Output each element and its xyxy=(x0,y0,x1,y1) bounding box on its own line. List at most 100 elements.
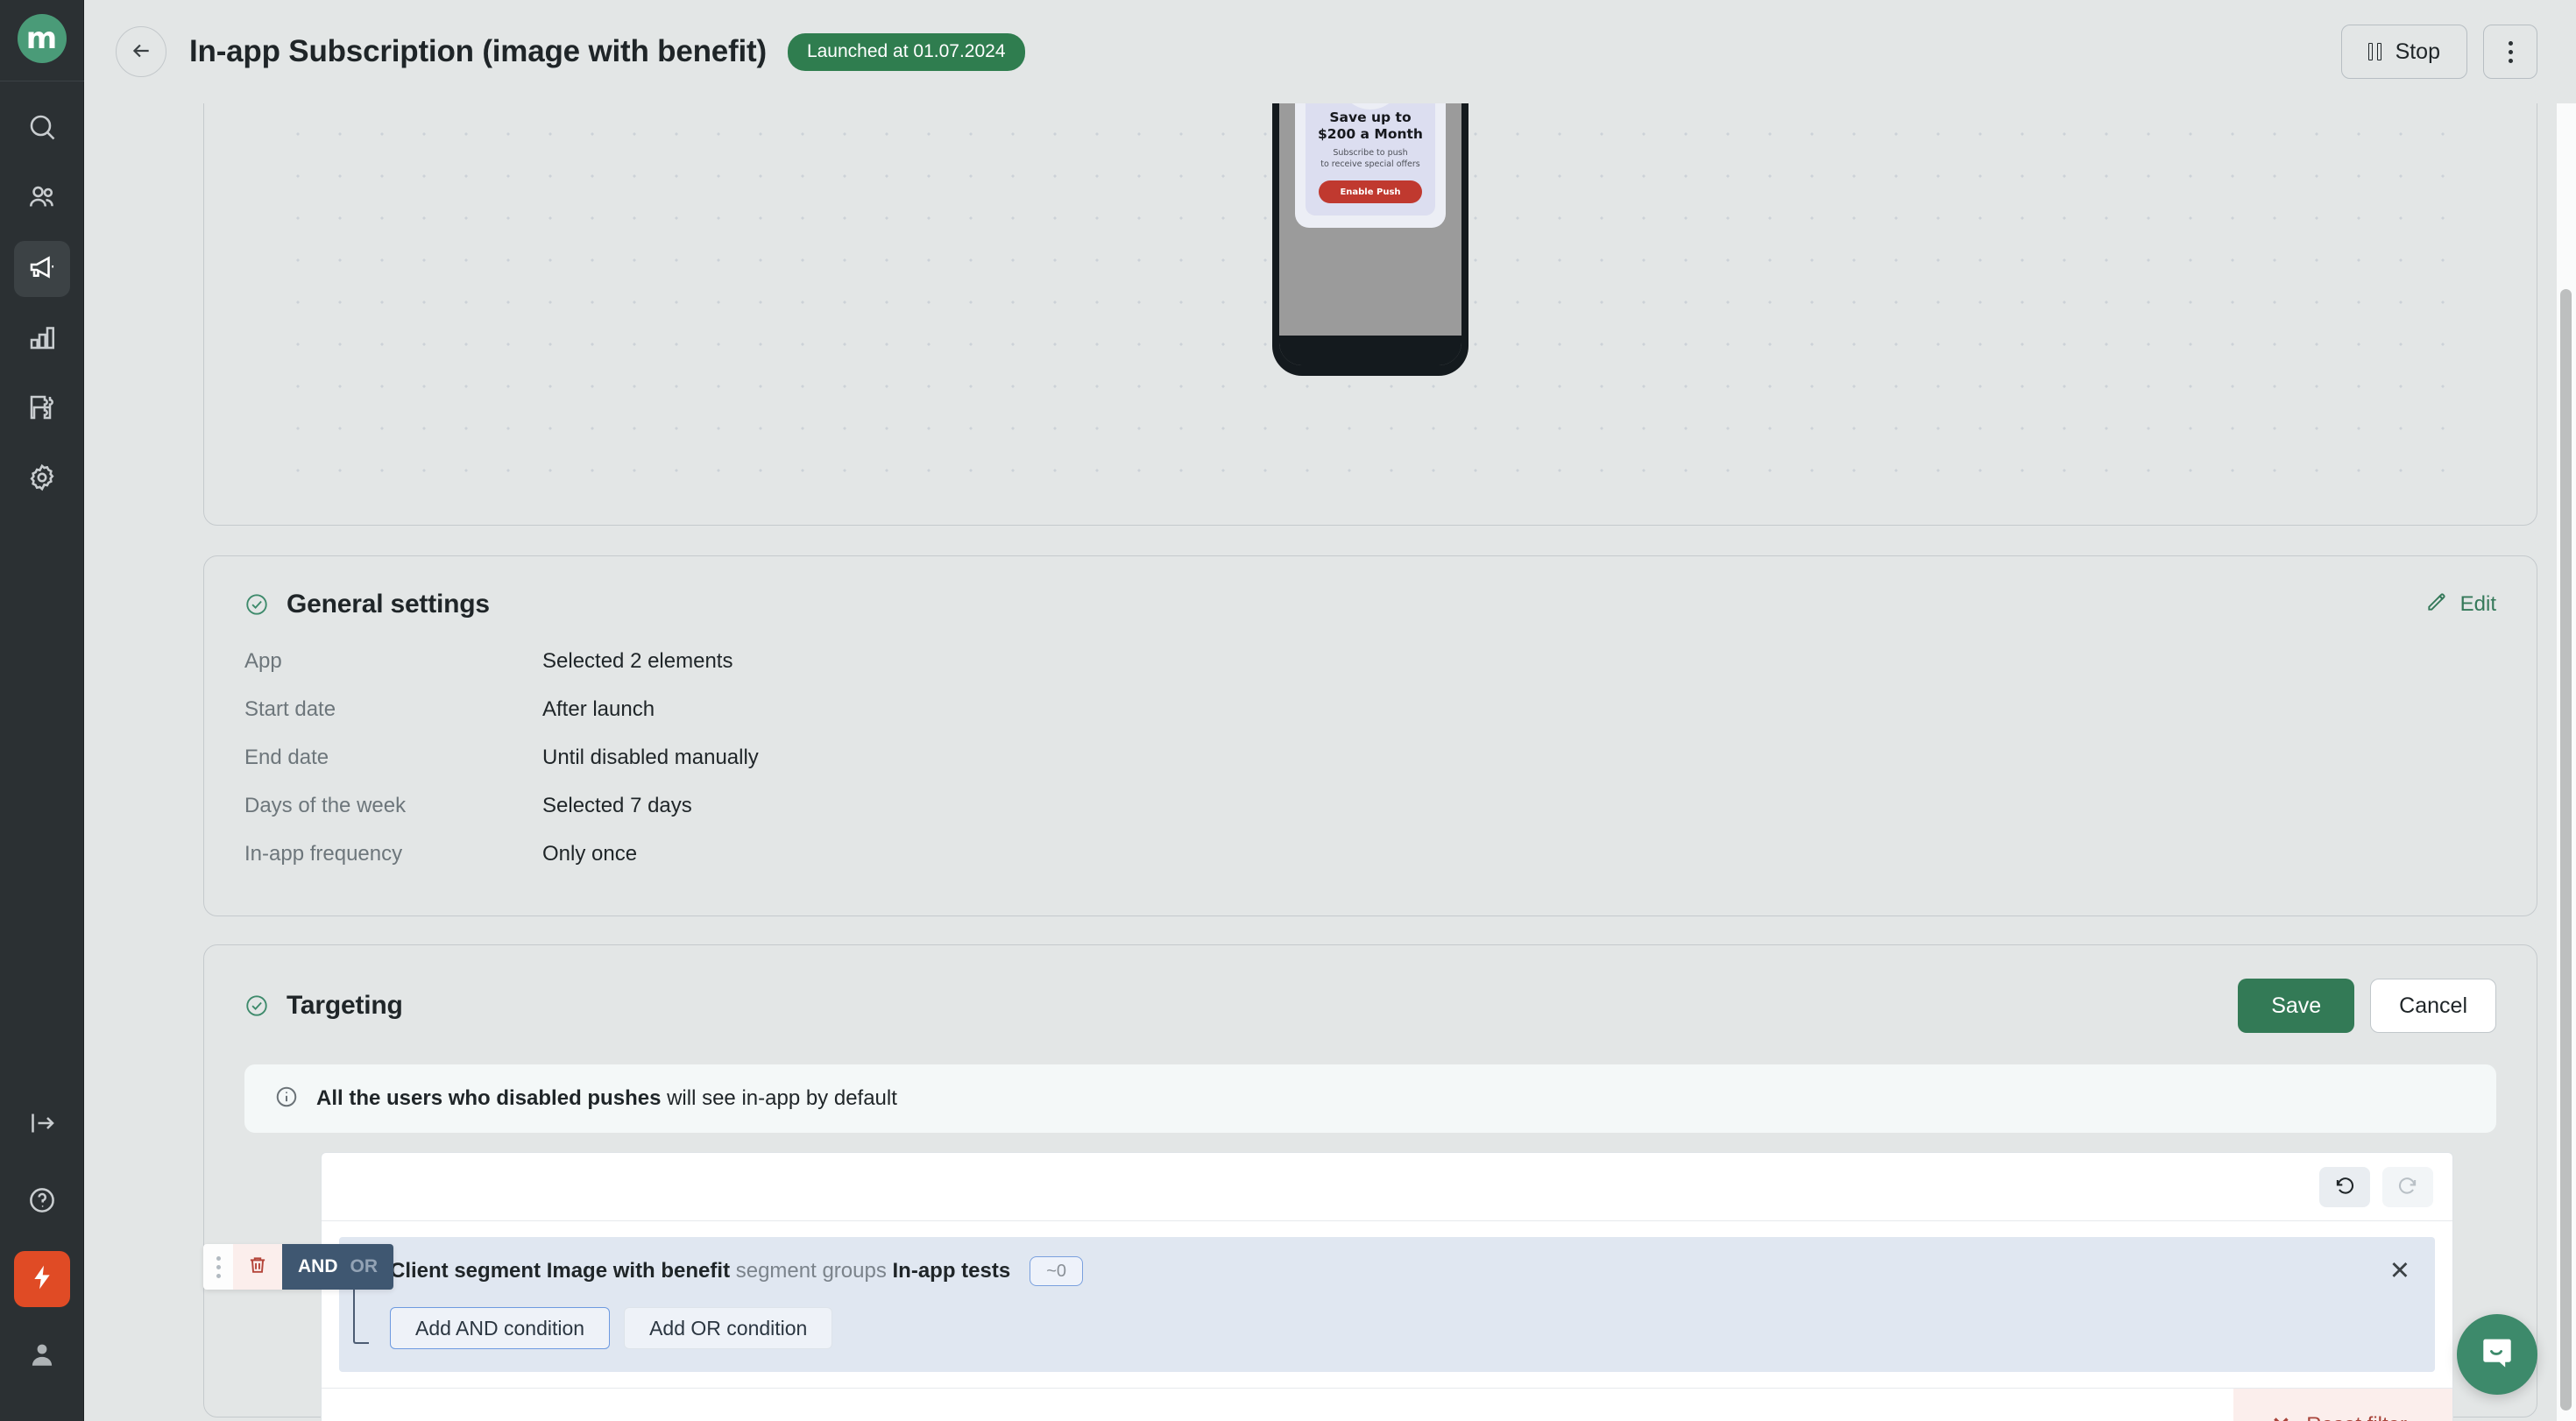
add-or-condition-button[interactable]: Add OR condition xyxy=(624,1307,833,1349)
condition-row: Client segment Image with benefit segmen… xyxy=(367,1256,2414,1286)
list-item: Days of the week Selected 7 days xyxy=(244,794,2496,842)
setting-value: Selected 7 days xyxy=(542,794,692,817)
scrollbar[interactable] xyxy=(2557,0,2576,1421)
left-sidebar: m xyxy=(0,0,84,1421)
sidebar-item-audience[interactable] xyxy=(14,171,70,227)
app-root: m Save up to $200 a Month Subscribe to p… xyxy=(0,0,2576,1421)
list-item: In-app frequency Only once xyxy=(244,842,2496,890)
setting-key: In-app frequency xyxy=(244,842,403,866)
list-item: Start date After launch xyxy=(244,697,2496,746)
reset-filter-label: Reset filter xyxy=(2306,1413,2407,1421)
more-options-button[interactable] xyxy=(2483,25,2537,79)
condition-text[interactable]: Client segment Image with benefit segmen… xyxy=(390,1259,1010,1283)
add-and-condition-button[interactable]: Add AND condition xyxy=(390,1307,611,1349)
arrow-left-icon xyxy=(130,39,152,65)
save-button[interactable]: Save xyxy=(2238,979,2355,1033)
undo-button[interactable] xyxy=(2319,1166,2370,1207)
operator-or[interactable]: OR xyxy=(350,1256,379,1277)
info-icon xyxy=(274,1085,299,1113)
condition-segment-name: Client segment Image with benefit xyxy=(390,1259,731,1283)
users-icon xyxy=(26,181,58,217)
and-or-toggle[interactable]: AND OR xyxy=(282,1244,393,1290)
chat-smile-icon xyxy=(2477,1333,2517,1377)
status-badge: Launched at 01.07.2024 xyxy=(787,32,1025,71)
trash-icon xyxy=(246,1254,269,1281)
condition-middle: segment groups xyxy=(730,1259,893,1283)
close-icon: ✕ xyxy=(2272,1414,2291,1421)
scrollbar-thumb[interactable] xyxy=(2560,289,2572,1410)
sidebar-item-quick-actions[interactable] xyxy=(13,1251,70,1307)
sidebar-item-integrations[interactable] xyxy=(14,381,70,437)
pencil-icon xyxy=(2425,590,2448,619)
condition-group: Client segment Image with benefit segmen… xyxy=(339,1237,2435,1372)
targeting-title: Targeting xyxy=(287,991,403,1020)
undo-icon xyxy=(2333,1174,2356,1199)
page-header: In-app Subscription (image with benefit)… xyxy=(84,0,2576,103)
setting-value: Until disabled manually xyxy=(542,746,759,769)
cancel-button[interactable]: Cancel xyxy=(2370,979,2496,1033)
operator-and[interactable]: AND xyxy=(298,1256,338,1277)
redo-icon xyxy=(2396,1174,2419,1199)
stop-label: Stop xyxy=(2395,39,2440,64)
sidebar-bottom-nav xyxy=(13,1097,70,1421)
user-icon xyxy=(26,1339,58,1375)
check-circle-icon xyxy=(244,592,269,617)
setting-value: After launch xyxy=(542,697,655,721)
info-banner: All the users who disabled pushes will s… xyxy=(244,1064,2496,1133)
sidebar-item-help[interactable] xyxy=(14,1174,70,1230)
pause-icon xyxy=(2367,43,2381,60)
targeting-header: Targeting Save Cancel xyxy=(244,979,2496,1033)
stop-button[interactable]: Stop xyxy=(2340,25,2467,79)
megaphone-icon xyxy=(26,251,58,287)
setting-value: Selected 2 elements xyxy=(542,649,733,673)
help-icon xyxy=(26,1184,58,1220)
delete-group-button[interactable] xyxy=(233,1244,282,1290)
setting-key: Start date xyxy=(244,697,336,721)
bar-chart-icon xyxy=(26,322,58,357)
edit-label: Edit xyxy=(2459,592,2496,616)
edit-button[interactable]: Edit xyxy=(2425,590,2496,619)
redo-button[interactable] xyxy=(2382,1166,2433,1207)
drag-handle-icon[interactable] xyxy=(203,1244,233,1290)
inapp-headline-2: $200 a Month xyxy=(1318,125,1423,142)
sidebar-item-search[interactable] xyxy=(14,101,70,157)
back-button[interactable] xyxy=(116,26,166,77)
close-icon[interactable]: ✕ xyxy=(2389,1258,2414,1284)
reset-filter-button[interactable]: ✕ Reset filter xyxy=(2233,1388,2452,1421)
sidebar-item-collapse[interactable] xyxy=(14,1097,70,1153)
inapp-cta-button[interactable]: Enable Push xyxy=(1319,180,1422,204)
gear-icon xyxy=(26,462,58,498)
chat-widget-button[interactable] xyxy=(2457,1314,2537,1395)
sidebar-nav xyxy=(13,81,70,507)
sidebar-item-account[interactable] xyxy=(14,1328,70,1384)
setting-key: Days of the week xyxy=(244,794,407,817)
sidebar-item-settings[interactable] xyxy=(14,451,70,507)
sidebar-item-analytics[interactable] xyxy=(14,311,70,367)
condition-group-name: In-app tests xyxy=(892,1259,1011,1283)
group-tools: AND OR xyxy=(203,1244,393,1290)
sidebar-item-campaigns[interactable] xyxy=(13,241,70,297)
page-title: General settings xyxy=(287,590,490,619)
filter-toolbar xyxy=(322,1153,2452,1221)
collapse-icon xyxy=(26,1107,58,1143)
info-banner-rest: will see in-app by default xyxy=(661,1086,897,1110)
general-settings-header: General settings Edit xyxy=(244,590,2496,619)
setting-key: End date xyxy=(244,746,329,769)
app-logo[interactable]: m xyxy=(17,14,67,63)
inapp-headline-1: Save up to xyxy=(1329,110,1412,125)
info-banner-text: All the users who disabled pushes will s… xyxy=(316,1086,897,1111)
condition-count-badge: ~0 xyxy=(1030,1256,1083,1286)
setting-value: Only once xyxy=(542,842,638,866)
general-settings-list: App Selected 2 elements Start date After… xyxy=(244,649,2496,890)
flash-icon xyxy=(28,1263,56,1296)
setting-key: App xyxy=(244,649,282,673)
filter-builder: Client segment Image with benefit segmen… xyxy=(321,1152,2453,1421)
more-vertical-icon xyxy=(2508,40,2513,63)
page-title: In-app Subscription (image with benefit) xyxy=(189,34,767,68)
main-content: ✕ 💌 Save up to $200 a Month Subscribe to… xyxy=(84,0,2576,1421)
list-item: End date Until disabled manually xyxy=(244,746,2496,794)
general-settings-card: General settings Edit App Selected 2 ele… xyxy=(203,555,2537,916)
condition-buttons: Add AND condition Add OR condition xyxy=(367,1307,2414,1349)
list-item: App Selected 2 elements xyxy=(244,649,2496,697)
phone-home-bar xyxy=(1279,336,1461,365)
